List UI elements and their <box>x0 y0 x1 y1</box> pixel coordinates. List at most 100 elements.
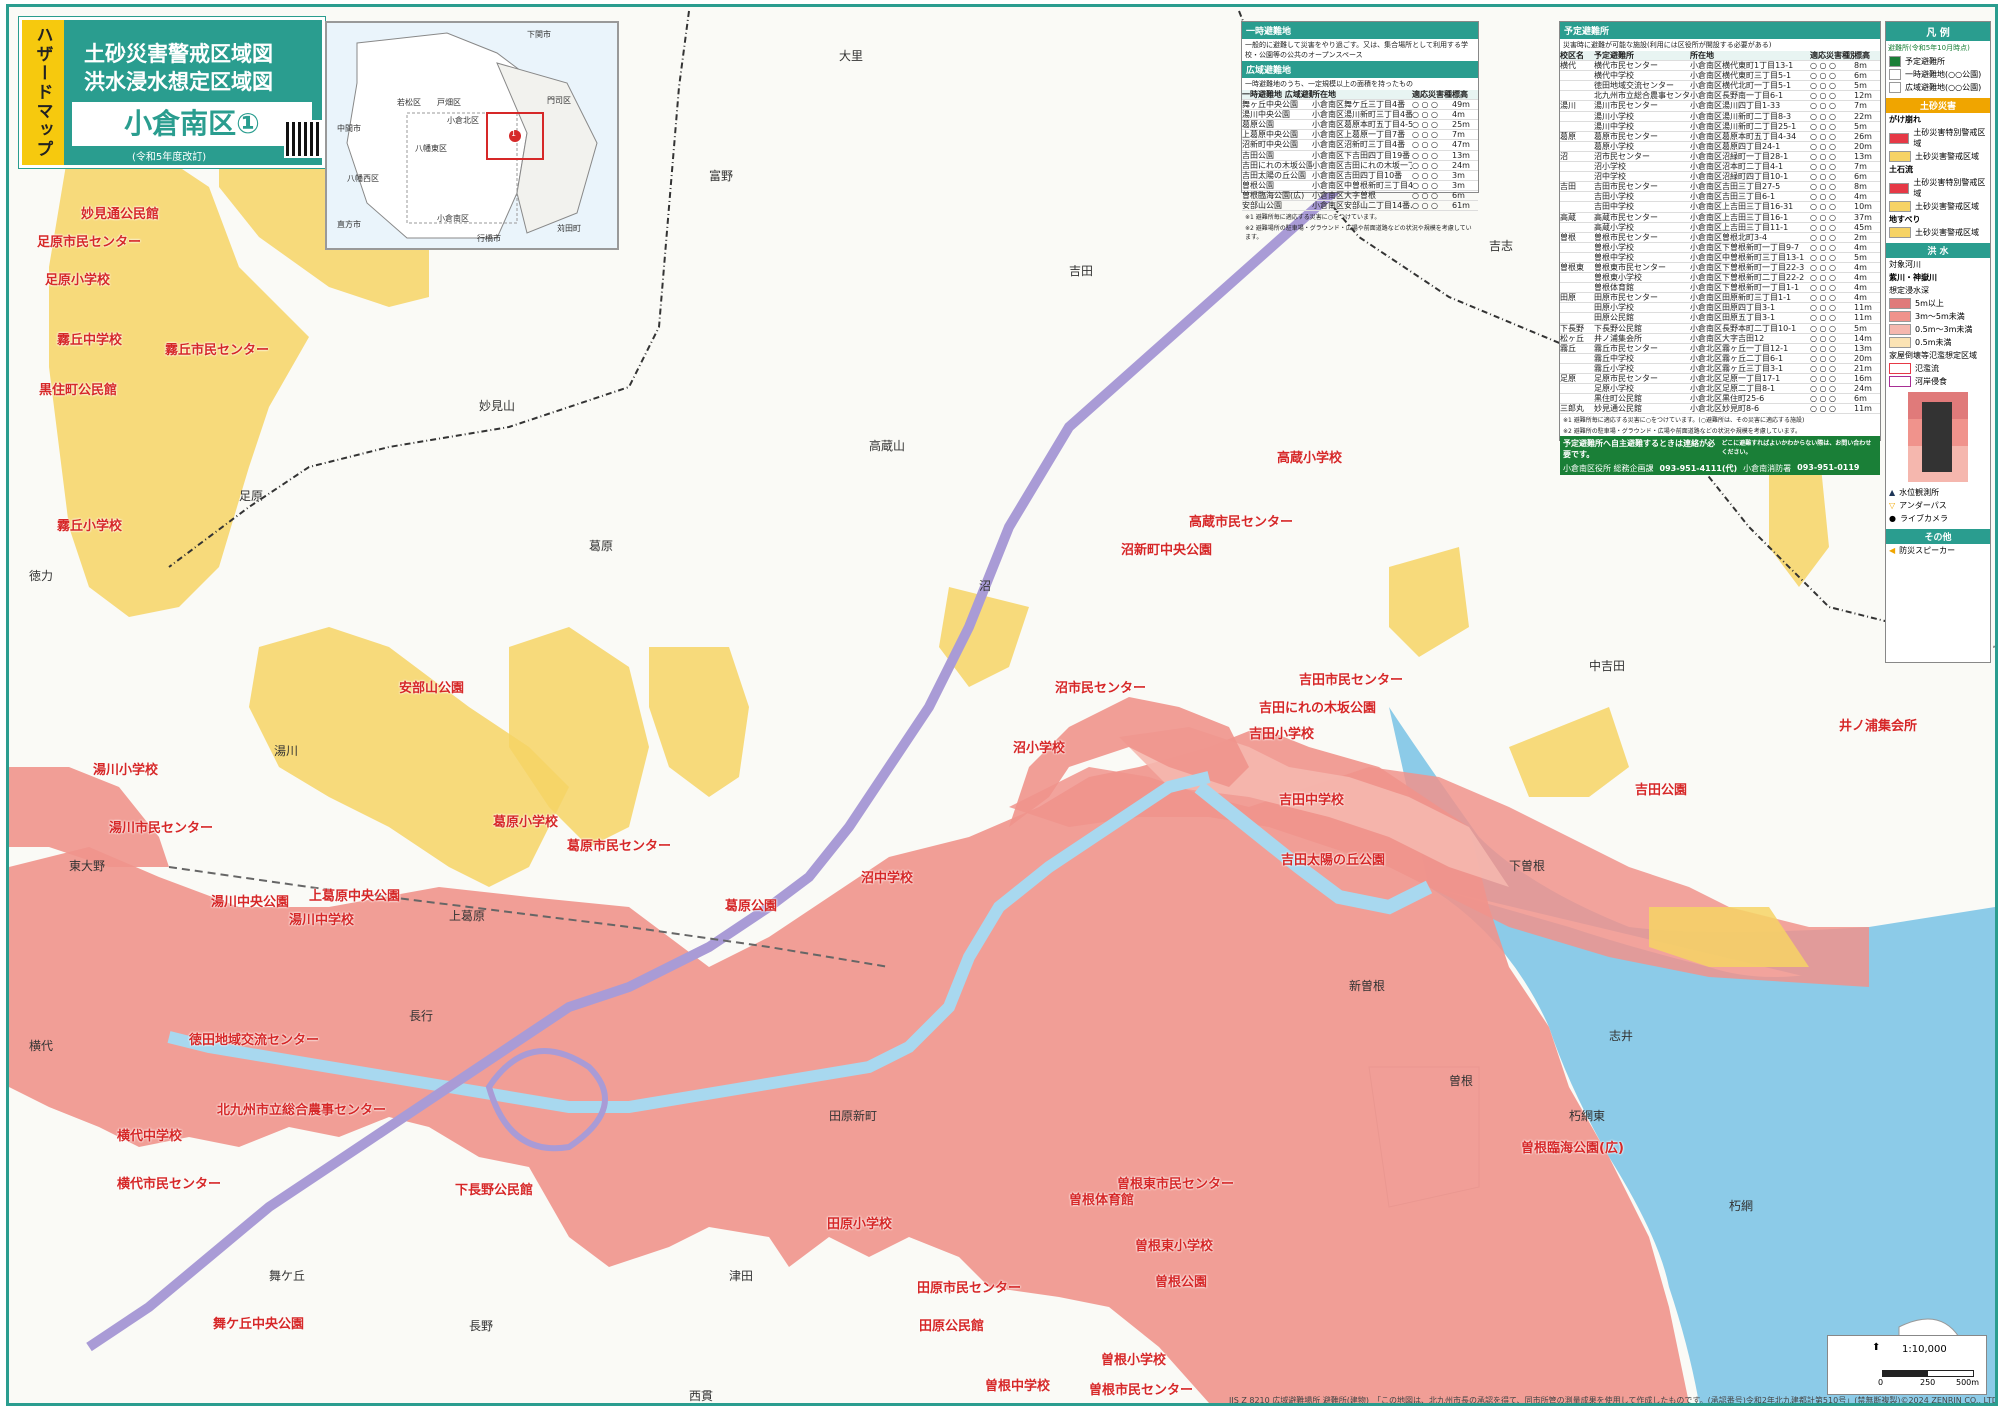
area-label: 長野 <box>469 1319 494 1333</box>
facility-label[interactable]: 霧丘中学校 <box>57 329 122 348</box>
inset-locator-map: 下関市 門司区 小倉北区 八幡東区 八幡西区 若松区 戸畑区 小倉南区 苅田町 … <box>325 21 619 250</box>
table-row: 霧丘小学校 小倉北区霧ヶ丘三丁目3-1 ○ ○ ○ 21m <box>1560 364 1880 374</box>
facility-label[interactable]: 吉田中学校 <box>1279 789 1344 808</box>
copyright-footer: JIS Z 8210 広域避難場所 避難所(建物) 「この地図は、北九州市長の承… <box>1229 1396 1998 1405</box>
facility-label[interactable]: 田原市民センター <box>917 1277 1021 1296</box>
facility-label[interactable]: 高蔵市民センター <box>1189 511 1293 530</box>
title-line1: 土砂災害警戒区域図 <box>84 42 273 66</box>
table-row: 沼中学校 小倉南区沼緑町四丁目10-1 ○ ○ ○ 6m <box>1560 172 1880 183</box>
facility-label[interactable]: 横代市民センター <box>117 1173 221 1192</box>
facility-label[interactable]: 曽根市民センター <box>1089 1379 1193 1398</box>
designated-shelter-table: 予定避難所 災害時に避難が可能な施設(利用には区役所が開設する必要がある) 校区… <box>1559 21 1881 476</box>
facility-label[interactable]: 葛原小学校 <box>493 811 558 830</box>
table-row: 高蔵 高蔵市民センター 小倉南区上吉田三丁目16-1 ○ ○ ○ 37m <box>1560 213 1880 223</box>
revision-note: (令和5年度改訂) <box>132 152 207 163</box>
scale-tick: 250 <box>1920 1378 1936 1387</box>
inset-label: 若松区 <box>397 98 421 107</box>
facility-label[interactable]: 葛原公園 <box>725 895 777 914</box>
yotei-footnote1: ※1 避難所毎に適応する災害に○をつけています。(○避難所は、その災害に適応する… <box>1563 417 1805 425</box>
legend-subtitle: 避難所(令和5年10月時点) <box>1888 44 1970 52</box>
facility-label[interactable]: 田原公民館 <box>919 1315 984 1334</box>
facility-label[interactable]: 湯川中央公園 <box>211 891 289 910</box>
facility-label[interactable]: 湯川市民センター <box>109 817 213 836</box>
depth-diagram <box>1908 392 1968 482</box>
speaker-icon: ◀ <box>1889 546 1896 555</box>
inset-label: 八幡西区 <box>347 174 379 183</box>
facility-label[interactable]: 沼新町中央公園 <box>1121 539 1212 558</box>
facility-label[interactable]: 曽根東市民センター <box>1117 1173 1234 1192</box>
facility-label[interactable]: 吉田小学校 <box>1249 723 1314 742</box>
facility-label[interactable]: 横代中学校 <box>117 1125 182 1144</box>
facility-label[interactable]: 足原市民センター <box>37 231 141 250</box>
facility-label[interactable]: 葛原市民センター <box>567 835 671 854</box>
qr-code-icon[interactable] <box>284 120 322 158</box>
area-label: 下曽根 <box>1509 859 1546 873</box>
area-label: 大里 <box>839 49 864 63</box>
legend-item: ● ライブカメラ <box>1889 514 1948 523</box>
table-row: 田原公民館 小倉南区田原五丁目3-1 ○ ○ ○ 11m <box>1560 313 1880 324</box>
table-row: 三郎丸 妙見通公民館 小倉北区妙見町8-6 ○ ○ ○ 11m <box>1560 404 1880 415</box>
legend-item: 土砂災害警戒区域 <box>1886 200 1990 213</box>
scale-bar: ⬆ 1:10,000 0 250 500m <box>1827 1335 1987 1395</box>
table-row: 吉田小学校 小倉南区吉田三丁目6-1 ○ ○ ○ 4m <box>1560 192 1880 203</box>
table-row: 湯川中央公園 小倉南区湯川新町三丁目4番 ○ ○ ○ 4m <box>1242 110 1478 121</box>
table-row: 黒住町公民館 小倉北区黒住町25-6 ○ ○ ○ 6m <box>1560 394 1880 405</box>
facility-label[interactable]: 井ノ浦集会所 <box>1839 715 1917 734</box>
table-row: 湯川中学校 小倉南区湯川新町二丁目25-1 ○ ○ ○ 5m <box>1560 122 1880 132</box>
facility-label[interactable]: 上葛原中央公園 <box>309 885 400 904</box>
facility-label[interactable]: 霧丘小学校 <box>57 515 122 534</box>
legend-section-other: その他 <box>1886 529 1990 544</box>
facility-label[interactable]: 湯川小学校 <box>93 759 158 778</box>
table-row: 霧丘 霧丘市民センター 小倉北区霧ヶ丘一丁目12-1 ○ ○ ○ 13m <box>1560 344 1880 354</box>
facility-label[interactable]: 湯川中学校 <box>289 909 354 928</box>
facility-label[interactable]: 徳田地域交流センター <box>189 1029 319 1048</box>
facility-label[interactable]: 曽根公園 <box>1155 1271 1207 1290</box>
facility-label[interactable]: 足原小学校 <box>45 269 110 288</box>
facility-label[interactable]: 沼市民センター <box>1055 677 1146 696</box>
table-row: 曽根臨海公園(広) 小倉南区大字曽根 ○ ○ ○ 6m <box>1242 191 1478 202</box>
area-label: 富野 <box>709 169 734 183</box>
facility-label[interactable]: 曽根臨海公園(広) <box>1521 1137 1624 1156</box>
facility-label[interactable]: 田原小学校 <box>827 1213 892 1232</box>
facility-label[interactable]: 吉田市民センター <box>1299 669 1403 688</box>
table-header: 一時避難地 広域避難地所在地適応災害種別標高 <box>1242 90 1478 101</box>
title-line2: 洪水浸水想定区域図 <box>84 70 273 94</box>
inset-map-svg <box>346 32 598 239</box>
facility-label[interactable]: 北九州市立総合農事センター <box>217 1099 386 1118</box>
facility-label[interactable]: 曽根中学校 <box>985 1375 1050 1394</box>
area-label: 上葛原 <box>449 909 486 923</box>
table-row: 曽根体育館 小倉南区下曽根新町一丁目1-1 ○ ○ ○ 4m <box>1560 283 1880 294</box>
facility-label[interactable]: 吉田にれの木坂公園 <box>1259 697 1376 716</box>
facility-label[interactable]: 下長野公民館 <box>455 1179 533 1198</box>
facility-label[interactable]: 曽根小学校 <box>1101 1349 1166 1368</box>
facility-label[interactable]: 沼小学校 <box>1013 737 1065 756</box>
legend-item: 氾濫流 <box>1886 362 1990 375</box>
legend-section-flood: 洪 水 <box>1886 243 1990 258</box>
facility-label[interactable]: 高蔵小学校 <box>1277 447 1342 466</box>
facility-label[interactable]: 曽根東小学校 <box>1135 1235 1213 1254</box>
area-label: 高蔵山 <box>869 439 906 453</box>
yotei-title: 予定避難所 <box>1560 22 1880 39</box>
legend-item: 紫川・神嶽川 <box>1889 273 1937 282</box>
table-row: 湯川小学校 小倉南区湯川新町二丁目8-3 ○ ○ ○ 22m <box>1560 112 1880 122</box>
facility-label[interactable]: 沼中学校 <box>861 867 913 886</box>
ichiji-rows: 舞ヶ丘中央公園 小倉南区舞ケ丘三丁目4番 ○ ○ ○ 49m 湯川中央公園 小倉南区湯川新… <box>1242 100 1478 212</box>
facility-label[interactable]: 黒住町公民館 <box>39 379 117 398</box>
facility-label[interactable]: 吉田太陽の丘公園 <box>1281 849 1385 868</box>
legend-item: 予定避難所 <box>1886 55 1990 68</box>
facility-label[interactable]: 舞ケ丘中央公園 <box>213 1313 304 1332</box>
legend-item: 広域避難地(○○公園) <box>1886 81 1990 94</box>
inset-label: 八幡東区 <box>415 144 447 153</box>
facility-label[interactable]: 吉田公園 <box>1635 779 1687 798</box>
area-label: 舞ケ丘 <box>269 1269 306 1283</box>
facility-label[interactable]: 妙見通公民館 <box>81 203 159 222</box>
area-label: 志井 <box>1609 1029 1634 1043</box>
table-row: 葛原 葛原市民センター 小倉南区葛原本町五丁目4-34 ○ ○ ○ 26m <box>1560 132 1880 142</box>
facility-label[interactable]: 安部山公園 <box>399 677 464 696</box>
area-label: 妙見山 <box>479 399 516 413</box>
district-name: 小倉南区① <box>72 102 312 146</box>
table-row: 吉田にれの木坂公園小倉南区吉田にれの木坂一丁目8番○ ○ ○24m <box>1242 161 1478 171</box>
area-label: 中吉田 <box>1589 659 1626 673</box>
facility-label[interactable]: 霧丘市民センター <box>165 339 269 358</box>
inset-label: 門司区 <box>547 96 571 105</box>
